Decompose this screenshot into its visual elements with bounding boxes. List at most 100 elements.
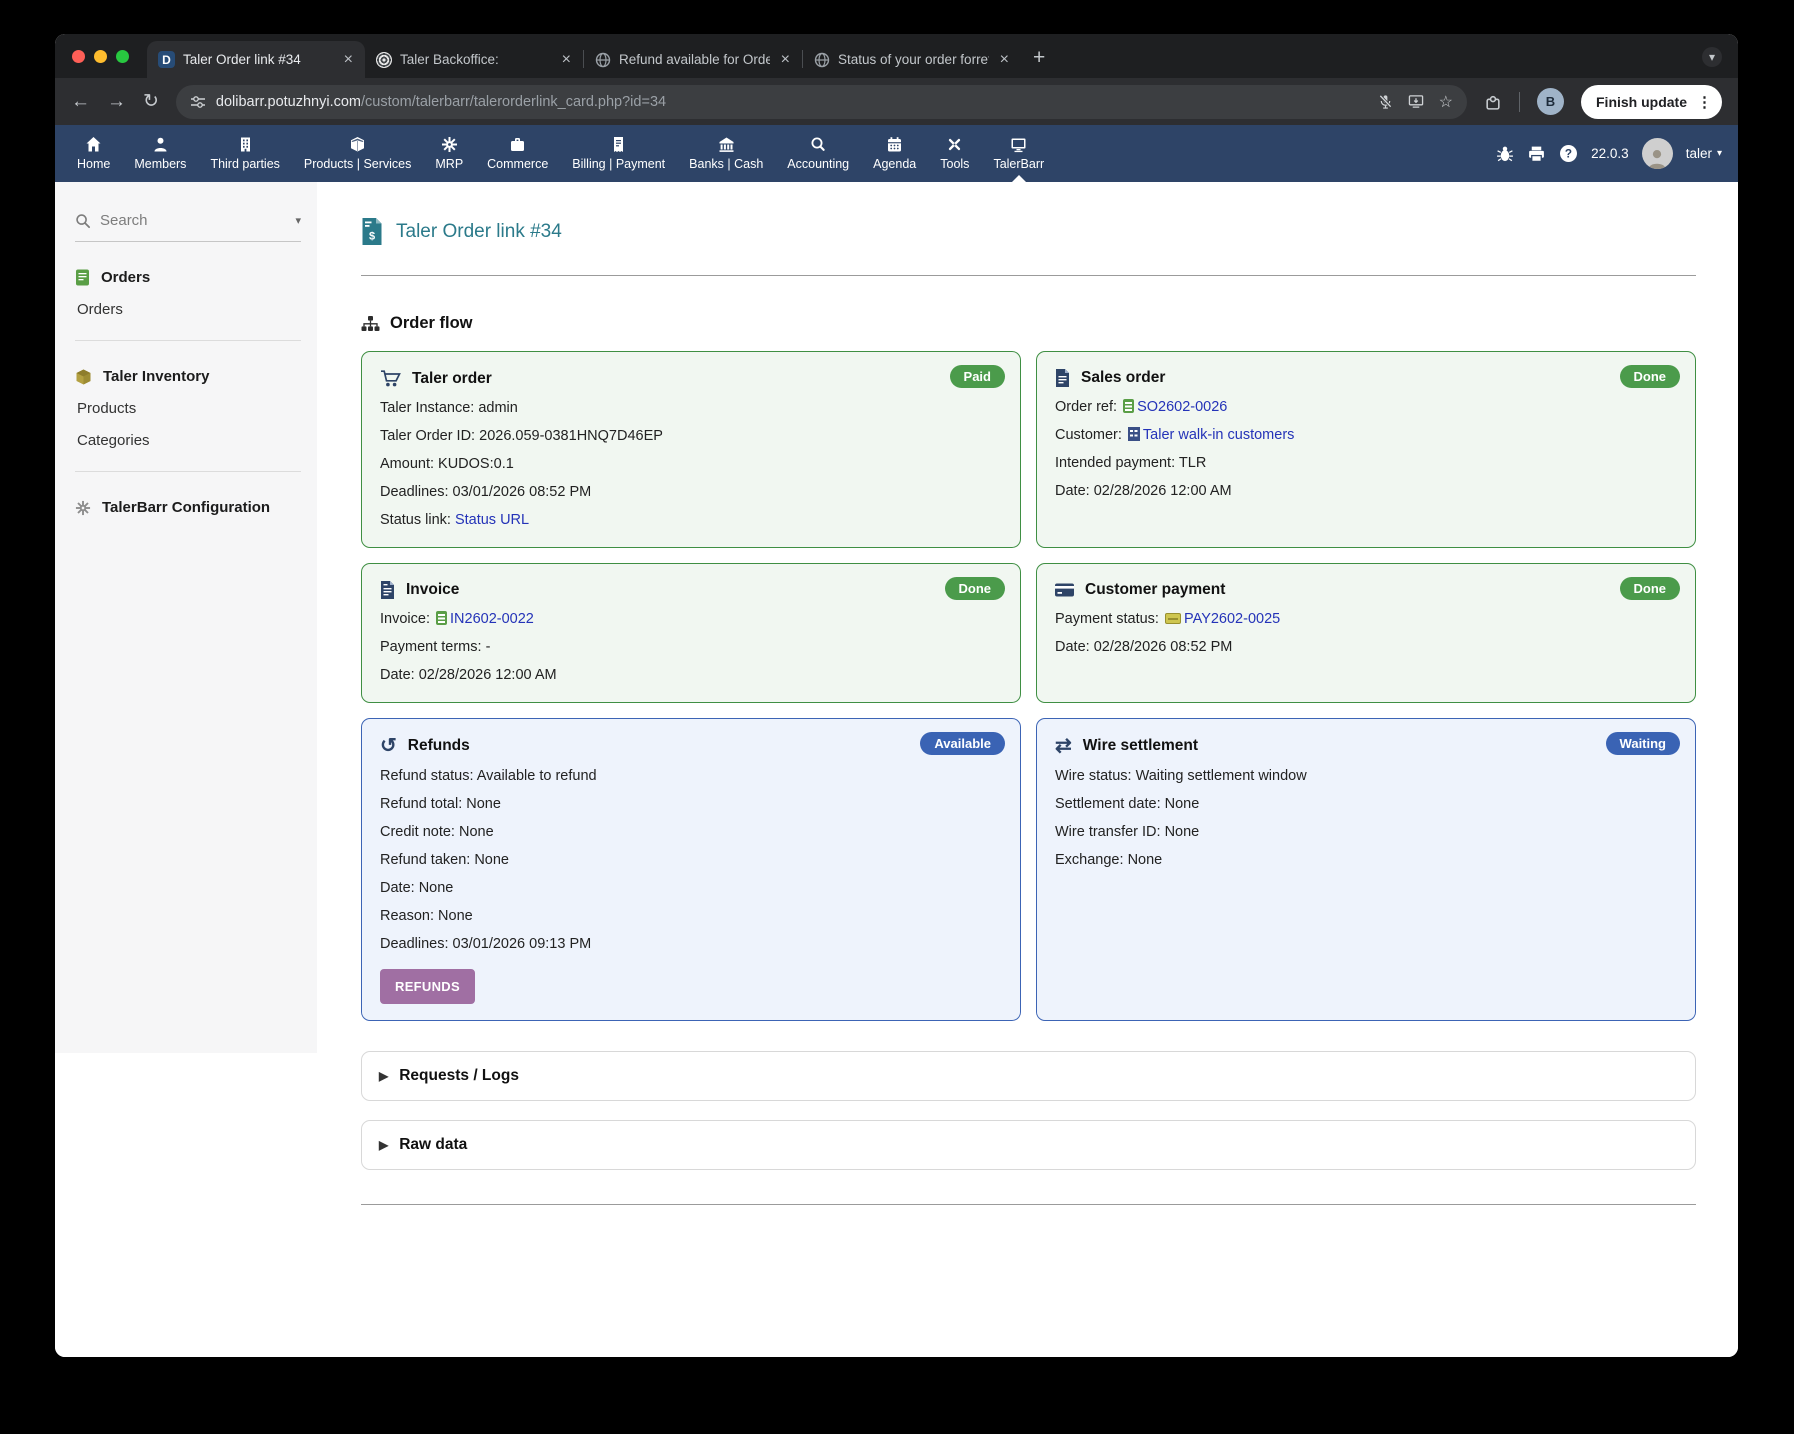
field-date: Date: 02/28/2026 12:00 AM <box>380 667 557 683</box>
menu-banks-cash[interactable]: Banks | Cash <box>677 125 775 182</box>
finish-update-button[interactable]: Finish update ⋮ <box>1581 84 1722 119</box>
card-title: Customer payment <box>1085 581 1226 598</box>
address-bar-actions: ☆ <box>1378 92 1453 112</box>
field-taler-instance: Taler Instance: admin <box>380 400 518 416</box>
site-settings-icon[interactable] <box>190 94 206 110</box>
field-customer: Customer: Taler walk-in customers <box>1055 427 1295 443</box>
sidebar-item-products[interactable]: Products <box>75 400 301 417</box>
search-box[interactable]: Search ▾ <box>75 212 301 242</box>
menu-label: Third parties <box>210 157 280 171</box>
tab-title: Taler Order link #34 <box>183 52 301 67</box>
sales-order-link[interactable]: SO2602-0026 <box>1137 399 1227 415</box>
panel-title: Requests / Logs <box>399 1067 519 1084</box>
back-button[interactable]: ← <box>71 91 90 113</box>
address-bar[interactable]: dolibarr.potuzhnyi.com/custom/talerbarr/… <box>175 84 1467 119</box>
order-flow-grid: Taler order Paid Taler Instance: admin T… <box>361 351 1696 1021</box>
install-icon[interactable] <box>1408 94 1424 109</box>
menu-mrp[interactable]: MRP <box>423 125 475 182</box>
extensions-puzzle-icon[interactable] <box>1484 93 1502 111</box>
sidebar-divider <box>75 340 301 341</box>
version-label: 22.0.3 <box>1591 146 1629 161</box>
url-path: /custom/talerbarr/talerorderlink_card.ph… <box>361 93 667 110</box>
menu-commerce[interactable]: Commerce <box>475 125 560 182</box>
card-sales-order: Sales order Done Order ref: SO2602-0026 … <box>1036 351 1696 548</box>
menu-talerbarr[interactable]: TalerBarr <box>981 125 1056 182</box>
refunds-button[interactable]: REFUNDS <box>380 969 475 1004</box>
card-taler-order: Taler order Paid Taler Instance: admin T… <box>361 351 1021 548</box>
new-tab-button[interactable]: + <box>1033 46 1045 70</box>
tab-search-button[interactable]: ▾ <box>1702 47 1722 67</box>
profile-avatar[interactable]: B <box>1537 88 1564 115</box>
card-title: Sales order <box>1081 369 1166 386</box>
bug-icon[interactable] <box>1496 145 1514 163</box>
field-refund-taken: Refund taken: None <box>380 852 509 868</box>
tab-taler-order-link[interactable]: D Taler Order link #34 × <box>147 41 365 78</box>
menu-tools[interactable]: Tools <box>928 125 981 182</box>
menu-billing-payment[interactable]: Billing | Payment <box>560 125 677 182</box>
minimize-window-button[interactable] <box>94 50 107 63</box>
menu-products-services[interactable]: Products | Services <box>292 125 423 182</box>
user-avatar[interactable] <box>1641 138 1673 169</box>
bank-icon <box>719 137 734 152</box>
menu-label: Products | Services <box>303 157 412 171</box>
menu-label: MRP <box>435 157 464 171</box>
green-document-icon <box>76 269 89 286</box>
main-panel: $ Taler Order link #34 Order flow Taler … <box>317 182 1738 1357</box>
sidebar-section-taler-inventory[interactable]: Taler Inventory <box>75 368 301 385</box>
menu-label: Tools <box>940 157 970 171</box>
field-wire-transfer-id: Wire transfer ID: None <box>1055 824 1200 840</box>
close-window-button[interactable] <box>72 50 85 63</box>
section-title: Orders <box>101 269 151 286</box>
status-url-link[interactable]: Status URL <box>455 512 529 528</box>
field-exchange: Exchange: None <box>1055 852 1163 868</box>
sidebar-item-orders[interactable]: Orders <box>75 301 301 318</box>
close-tab-icon[interactable]: × <box>997 51 1012 69</box>
reload-button[interactable]: ↻ <box>143 90 159 113</box>
field-status-link: Status link: Status URL <box>380 512 530 528</box>
sidebar-item-categories[interactable]: Categories <box>75 432 301 449</box>
sidebar-section-orders[interactable]: Orders <box>75 269 301 286</box>
tab-order-status[interactable]: Status of your order forrefund × <box>803 41 1021 78</box>
close-tab-icon[interactable]: × <box>559 51 574 69</box>
panel-requests-logs[interactable]: ▶ Requests / Logs <box>361 1051 1696 1101</box>
menu-members[interactable]: Members <box>122 125 198 182</box>
maximize-window-button[interactable] <box>116 50 129 63</box>
field-reason: Reason: None <box>380 908 473 924</box>
status-badge: Done <box>1619 577 1680 600</box>
expand-arrow-icon: ▶ <box>379 1138 389 1152</box>
order-flow-header: Order flow <box>361 314 1696 333</box>
globe-icon <box>814 52 830 67</box>
page-title[interactable]: Taler Order link #34 <box>396 221 562 243</box>
menu-home[interactable]: Home <box>65 125 122 182</box>
help-icon[interactable]: ? <box>1559 144 1578 163</box>
globe-icon <box>595 52 611 67</box>
field-credit-note: Credit note: None <box>380 824 494 840</box>
card-customer-payment: Customer payment Done Payment status: PA… <box>1036 563 1696 703</box>
tab-refund-available[interactable]: Refund available for Order to × <box>584 41 802 78</box>
mic-off-icon[interactable] <box>1378 94 1393 109</box>
close-tab-icon[interactable]: × <box>341 51 356 69</box>
panel-title: Raw data <box>399 1136 468 1153</box>
menu-agenda[interactable]: Agenda <box>861 125 928 182</box>
customer-link[interactable]: Taler walk-in customers <box>1143 427 1295 443</box>
invoice-link[interactable]: IN2602-0022 <box>450 611 534 627</box>
menu-label: Accounting <box>787 157 850 171</box>
menu-third-parties[interactable]: Third parties <box>198 125 291 182</box>
user-menu[interactable]: taler ▾ <box>1686 146 1722 161</box>
printer-icon[interactable] <box>1527 145 1546 163</box>
money-icon <box>1165 613 1181 624</box>
tab-taler-backoffice[interactable]: Taler Backoffice: × <box>365 41 583 78</box>
menu-accounting[interactable]: Accounting <box>775 125 861 182</box>
panel-raw-data[interactable]: ▶ Raw data <box>361 1120 1696 1170</box>
card-header: ⇄ Wire settlement <box>1055 736 1677 756</box>
payment-link[interactable]: PAY2602-0025 <box>1184 611 1280 627</box>
browser-menu-icon[interactable]: ⋮ <box>1694 93 1715 111</box>
forward-button[interactable]: → <box>107 91 126 113</box>
sidebar-section-talerbarr-configuration[interactable]: TalerBarr Configuration <box>75 499 301 516</box>
close-tab-icon[interactable]: × <box>778 51 793 69</box>
sidebar-divider <box>75 471 301 472</box>
search-dropdown-icon[interactable]: ▾ <box>295 214 301 227</box>
search-icon <box>76 213 91 228</box>
bookmark-star-icon[interactable]: ☆ <box>1439 92 1453 112</box>
tab-title: Status of your order forrefund <box>838 52 989 67</box>
